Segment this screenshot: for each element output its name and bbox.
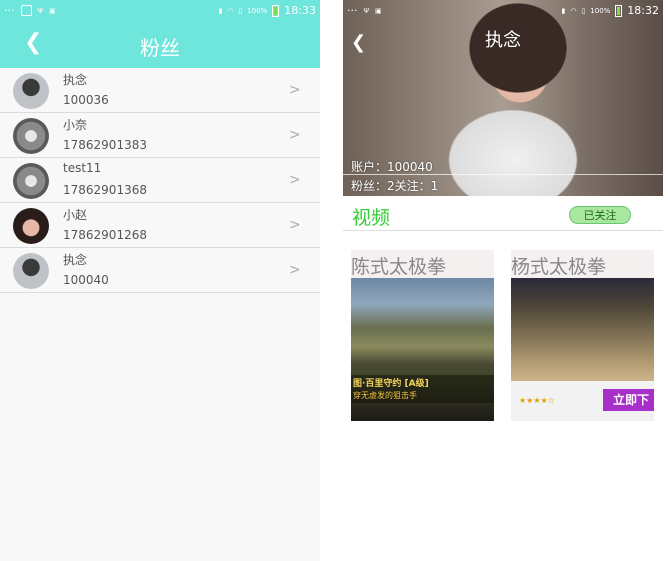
list-item[interactable]: 执念 100036 > [0,68,320,113]
battery-icon [272,4,280,17]
avatar [13,118,49,154]
top-app-bar: ··· Ψ ▣ ▮ ◠ ▯ 100% 18:33 ❮ 粉丝 [0,0,320,68]
fan-list: 执念 100036 > 小奈 17862901383 > test11 1786… [0,68,320,293]
sim-icon: ▯ [238,6,243,15]
status-time: 18:32 [627,4,659,17]
chevron-right-icon: > [289,82,301,98]
list-item[interactable]: 小奈 17862901383 > [0,113,320,158]
fan-id: 100036 [63,93,109,107]
status-time: 18:33 [284,4,316,17]
page-title: 执念 [485,30,521,51]
avatar [13,163,49,199]
video-title: 杨式太极拳 [511,256,607,278]
battery-percent: 100% [247,6,268,15]
video-thumbnail[interactable]: 图·百里守约 [A级] 穿无虚发的狙击手 [351,278,494,421]
fan-name: 小赵 [63,208,88,222]
usb-icon: Ψ [37,6,44,15]
fan-name: 小奈 [63,118,88,132]
followed-button[interactable]: 已关注 [569,206,631,224]
avatar [13,208,49,244]
notification-dots: ··· [347,4,358,17]
list-item[interactable]: 执念 100040 > [0,248,320,293]
fan-id: 17862901383 [63,138,147,152]
list-item[interactable]: test11 17862901368 > [0,158,320,203]
android-icon: ▣ [49,6,56,15]
list-item[interactable]: 小赵 17862901268 > [0,203,320,248]
fan-id: 17862901268 [63,228,147,242]
videos-section-title: 视频 [352,207,391,229]
divider [343,230,663,231]
notification-dots: ··· [4,4,15,17]
video-thumbnail[interactable]: ★★★★☆ 立即下 [511,278,654,421]
status-bar: ··· Ψ ▣ ▮ ◠ ▯ 100% 18:32 [343,0,663,22]
screenshot-icon [20,5,32,16]
fans-screen: ··· Ψ ▣ ▮ ◠ ▯ 100% 18:33 ❮ 粉丝 执念 100036 … [0,0,320,561]
rating-stars: ★★★★☆ [519,396,555,405]
status-bar: ··· Ψ ▣ ▮ ◠ ▯ 100% 18:33 [0,0,320,22]
signal-icon: ▮ [218,6,223,15]
fan-name: 执念 [63,73,88,87]
sim-icon: ▯ [581,6,586,15]
thumbnail-caption: 图·百里守约 [A级] [353,379,429,389]
fan-name: 执念 [63,253,88,267]
avatar [13,253,49,289]
usb-icon: Ψ [363,6,370,15]
android-icon: ▣ [375,6,382,15]
wifi-icon: ◠ [570,6,577,15]
divider [343,174,663,175]
fan-id: 17862901368 [63,183,147,197]
fan-name: test11 [63,161,102,175]
chevron-right-icon: > [289,217,301,233]
battery-percent: 100% [590,6,611,15]
signal-icon: ▮ [561,6,566,15]
video-title: 陈式太极拳 [351,256,447,278]
chevron-right-icon: > [289,262,301,278]
fan-id: 100040 [63,273,109,287]
video-card[interactable]: 杨式太极拳 ★★★★☆ 立即下 [511,250,654,421]
chevron-right-icon: > [289,172,301,188]
account-label: 账户：100040 [351,160,433,174]
battery-icon [615,4,623,17]
follow-stats: 粉丝：2关注：1 [351,179,439,193]
avatar [13,73,49,109]
chevron-right-icon: > [289,127,301,143]
video-card[interactable]: 陈式太极拳 图·百里守约 [A级] 穿无虚发的狙击手 [351,250,494,421]
user-profile-screen: ··· Ψ ▣ ▮ ◠ ▯ 100% 18:32 ❮ 执念 账户：100040 … [343,0,663,561]
profile-cover-image: ··· Ψ ▣ ▮ ◠ ▯ 100% 18:32 ❮ 执念 账户：100040 … [343,0,663,196]
wifi-icon: ◠ [227,6,234,15]
download-now-button[interactable]: 立即下 [603,389,654,411]
page-title: 粉丝 [140,36,180,60]
thumbnail-subcaption: 穿无虚发的狙击手 [353,391,417,400]
